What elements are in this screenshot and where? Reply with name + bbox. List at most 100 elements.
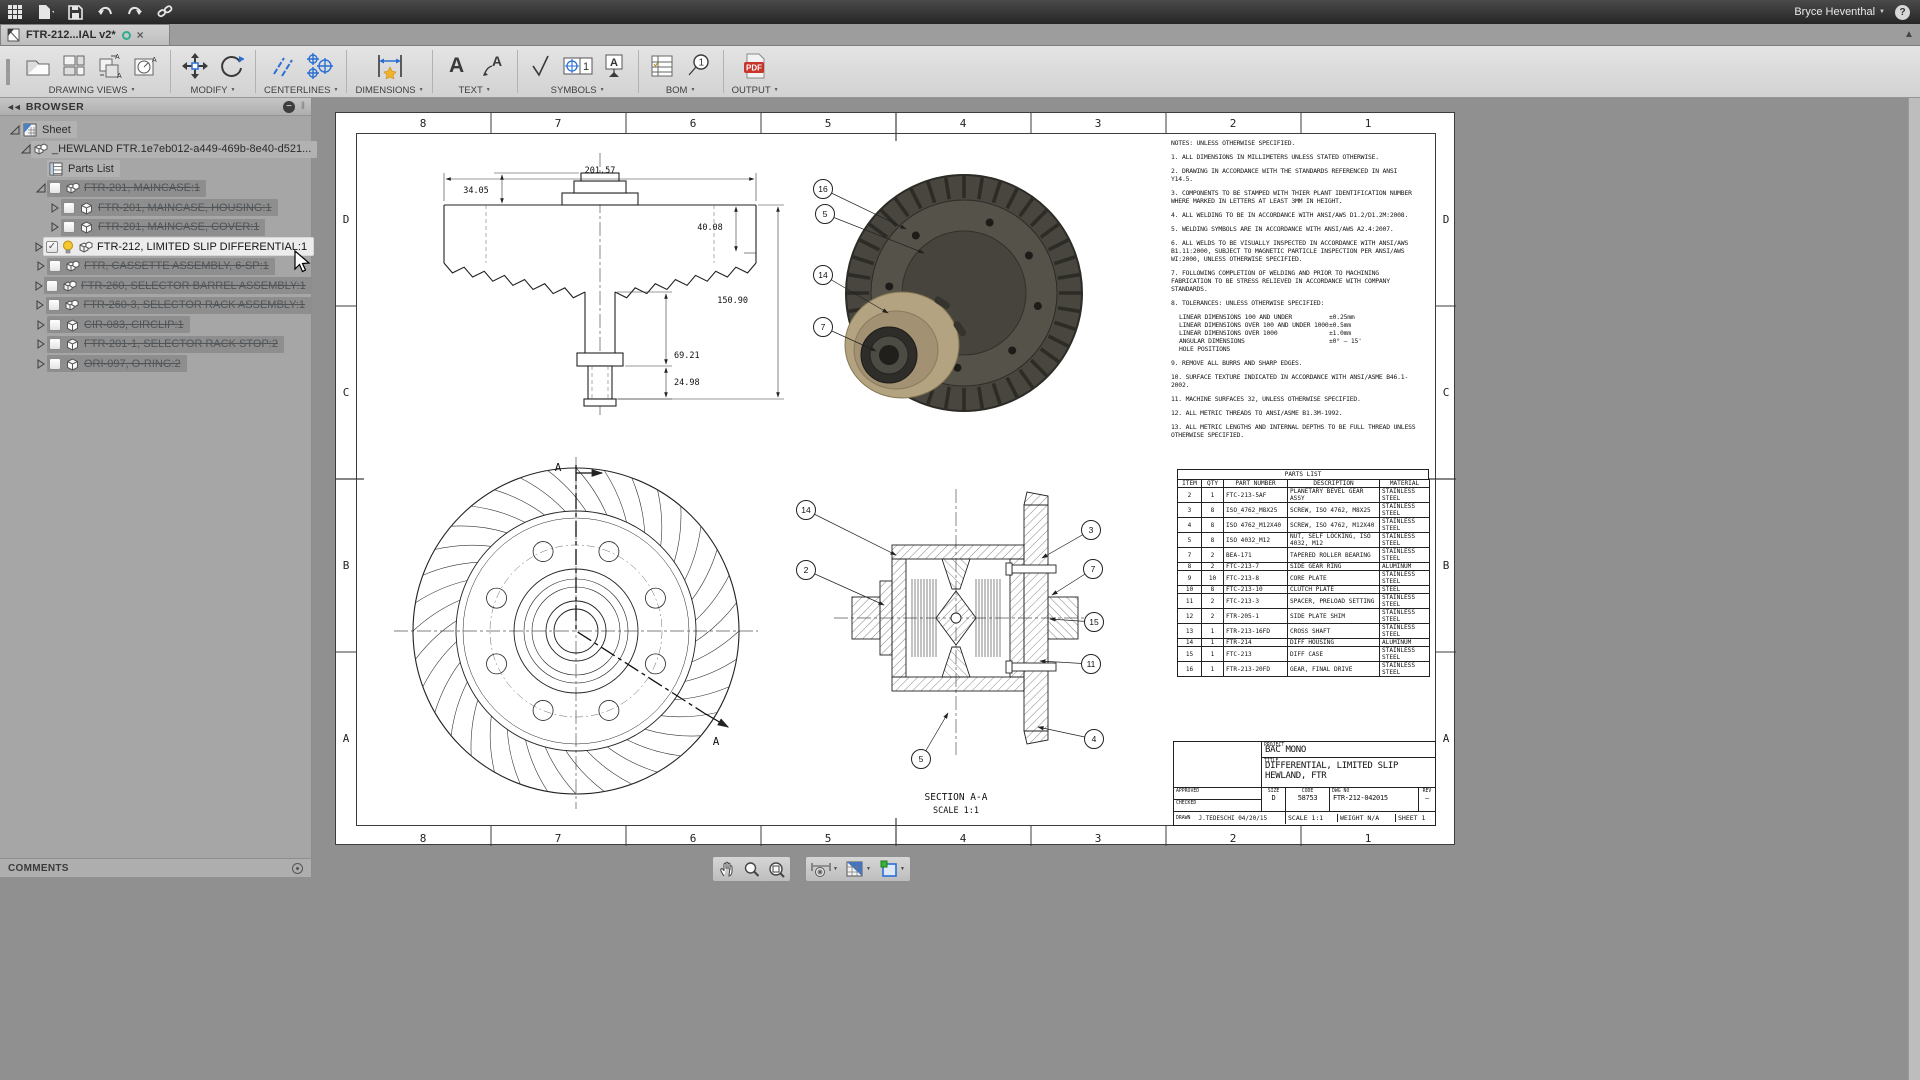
collapse-panel-icon[interactable]: ◄◄ bbox=[6, 102, 20, 112]
tree-expanded-icon[interactable] bbox=[34, 183, 47, 193]
tree-collapsed-icon[interactable] bbox=[48, 203, 61, 213]
tree-expanded-icon[interactable] bbox=[21, 144, 31, 154]
base-view-button[interactable] bbox=[22, 50, 54, 82]
browser-item[interactable]: FTR-201-1, SELECTOR RACK STOP:2 bbox=[0, 335, 311, 355]
tree-collapsed-icon[interactable] bbox=[34, 339, 47, 349]
ribbon-label-dimensions[interactable]: DIMENSIONS▼ bbox=[355, 83, 423, 97]
right-scroll-strip[interactable]: ▲ bbox=[1908, 24, 1920, 1080]
comments-bar[interactable]: COMMENTS bbox=[0, 858, 312, 877]
browser-item[interactable]: FTR, CASSETTE ASSEMBLY, 6-SP:1 bbox=[0, 257, 311, 277]
center-mark-button[interactable] bbox=[303, 50, 335, 82]
ribbon-label-output[interactable]: OUTPUT▼ bbox=[732, 83, 779, 97]
browser-item[interactable]: FTR-260-3, SELECTOR RACK ASSEMBLY:1 bbox=[0, 296, 311, 316]
browser-item[interactable]: FTR-201, MAINCASE:1 bbox=[0, 179, 311, 199]
visibility-checkbox[interactable] bbox=[63, 221, 75, 233]
ribbon-label-centerlines[interactable]: CENTERLINES▼ bbox=[264, 83, 338, 97]
parts-list-row[interactable]: 58ISO 4032_M12NUT, SELF LOCKING, ISO 403… bbox=[1178, 533, 1430, 548]
tree-collapsed-icon[interactable] bbox=[34, 359, 47, 369]
move-button[interactable] bbox=[179, 50, 211, 82]
projected-view-button[interactable] bbox=[58, 50, 90, 82]
document-tab[interactable]: FTR-212...IAL v2* × bbox=[0, 24, 170, 45]
feature-control-frame-button[interactable]: 1 bbox=[562, 50, 594, 82]
dimension-label[interactable]: 201.57 bbox=[585, 166, 616, 176]
drawing-sheet[interactable]: 8877665544332211DDCCBBAA bbox=[335, 112, 1455, 845]
app-grid-icon[interactable] bbox=[0, 0, 30, 24]
output-pdf-button[interactable]: PDF bbox=[739, 50, 771, 82]
tree-collapsed-icon[interactable] bbox=[34, 281, 44, 291]
redo-icon[interactable] bbox=[120, 0, 150, 24]
view-section[interactable]: 14237151145 SECTION A-A SCALE 1:1 bbox=[797, 489, 1104, 816]
browser-item[interactable]: Sheet bbox=[0, 120, 311, 140]
dimension-display-settings-button[interactable]: ▼ bbox=[807, 859, 841, 880]
visibility-checkbox[interactable] bbox=[49, 182, 61, 194]
browser-item[interactable]: Parts List bbox=[0, 159, 311, 179]
lightbulb-icon[interactable] bbox=[62, 240, 74, 254]
parts-list-row[interactable]: 161FTR-213-20FDGEAR, FINAL DRIVESTAINLES… bbox=[1178, 662, 1430, 677]
balloon-button[interactable]: 1 bbox=[683, 50, 715, 82]
detail-view-button[interactable]: A bbox=[130, 50, 162, 82]
text-button[interactable]: A bbox=[441, 50, 473, 82]
surface-texture-button[interactable] bbox=[526, 50, 558, 82]
balloon-7[interactable]: 7 bbox=[1052, 560, 1103, 596]
undo-icon[interactable] bbox=[90, 0, 120, 24]
parts-list-row[interactable]: 141FTR-214DIFF HOUSINGALUMINUM bbox=[1178, 639, 1430, 647]
user-menu[interactable]: Bryce Heventhal ▼ bbox=[1794, 6, 1885, 18]
dimension-label[interactable]: 40.08 bbox=[697, 223, 723, 233]
view-gear-front[interactable]: A A bbox=[394, 457, 758, 809]
visibility-checkbox[interactable] bbox=[49, 338, 61, 350]
ribbon-label-drawing-views[interactable]: DRAWING VIEWS▼ bbox=[49, 83, 136, 97]
balloon-14[interactable]: 14 bbox=[797, 501, 897, 556]
file-menu-icon[interactable] bbox=[30, 0, 60, 24]
display-settings-button[interactable]: ▼ bbox=[841, 859, 875, 880]
dimension-label[interactable]: 34.05 bbox=[463, 186, 489, 196]
visibility-checkbox[interactable] bbox=[49, 319, 61, 331]
panel-grip[interactable] bbox=[0, 46, 16, 97]
parts-list-row[interactable]: 112FTC-213-3SPACER, PRELOAD SETTINGSTAIN… bbox=[1178, 594, 1430, 609]
parts-list-row[interactable]: 21FTC-213-5AFPLANETARY BEVEL GEAR ASSYST… bbox=[1178, 488, 1430, 503]
visibility-checkbox[interactable] bbox=[48, 299, 60, 311]
pan-button[interactable] bbox=[714, 859, 739, 880]
visibility-checkbox[interactable] bbox=[49, 358, 61, 370]
minimize-panel-icon[interactable]: − bbox=[283, 101, 295, 113]
parts-list-button[interactable] bbox=[647, 50, 679, 82]
parts-list-row[interactable]: 82FTC-213-7SIDE GEAR RINGALUMINUM bbox=[1178, 563, 1430, 571]
parts-list-row[interactable]: 38ISO_4762_M8X25SCREW, ISO 4762, M8X25ST… bbox=[1178, 503, 1430, 518]
balloon-5[interactable]: 5 bbox=[912, 713, 949, 769]
balloon-3[interactable]: 3 bbox=[1042, 521, 1101, 559]
visibility-checkbox[interactable] bbox=[49, 260, 61, 272]
browser-item[interactable]: CIR-083, CIRCLIP:1 bbox=[0, 315, 311, 335]
centerline-button[interactable] bbox=[267, 50, 299, 82]
leader-text-button[interactable]: A bbox=[477, 50, 509, 82]
visibility-checkbox[interactable] bbox=[63, 202, 75, 214]
browser-item[interactable]: ORI-097, O-RING:2 bbox=[0, 354, 311, 374]
parts-list-row[interactable]: 108FTC-213-10CLUTCH PLATESTEEL bbox=[1178, 586, 1430, 594]
new-sheet-button[interactable]: ▼ bbox=[875, 859, 909, 880]
dimension-label[interactable]: 150.90 bbox=[717, 296, 748, 306]
zoom-button[interactable] bbox=[739, 859, 764, 880]
browser-header[interactable]: ◄◄ BROWSER − ‖ bbox=[0, 98, 311, 116]
dimension-label[interactable]: 24.98 bbox=[674, 378, 700, 388]
browser-item[interactable]: FTR-201, MAINCASE, COVER:1 bbox=[0, 218, 311, 238]
dimension-label[interactable]: 69.21 bbox=[674, 351, 700, 361]
parts-list-row[interactable]: 48ISO 4762_M12X40SCREW, ISO 4762, M12X40… bbox=[1178, 518, 1430, 533]
view-iso[interactable]: 165147 bbox=[814, 175, 1083, 411]
browser-item[interactable]: _HEWLAND FTR.1e7eb012-a449-469b-8e40-d52… bbox=[0, 140, 311, 160]
tree-collapsed-icon[interactable] bbox=[34, 242, 44, 252]
tree-collapsed-icon[interactable] bbox=[34, 320, 47, 330]
help-button[interactable]: ? bbox=[1895, 5, 1910, 20]
rotate-button[interactable] bbox=[215, 50, 247, 82]
panel-grip-icon[interactable]: ‖ bbox=[301, 101, 305, 112]
ribbon-label-modify[interactable]: MODIFY▼ bbox=[191, 83, 236, 97]
parts-list-row[interactable]: 131FTR-213-16FDCROSS SHAFTSTAINLESS STEE… bbox=[1178, 624, 1430, 639]
browser-item[interactable]: FTR-201, MAINCASE, HOUSING:1 bbox=[0, 198, 311, 218]
parts-list-row[interactable]: 72BEA-171TAPERED ROLLER BEARINGSTAINLESS… bbox=[1178, 548, 1430, 563]
browser-item[interactable]: FTR-260, SELECTOR BARREL ASSEMBLY:1 bbox=[0, 276, 311, 296]
dimension-button[interactable] bbox=[374, 50, 406, 82]
tab-close-icon[interactable]: × bbox=[137, 29, 144, 41]
collapse-toolbar-icon[interactable]: ▲ bbox=[1898, 29, 1920, 40]
share-link-icon[interactable] bbox=[150, 0, 180, 24]
visibility-checkbox[interactable]: ✓ bbox=[46, 241, 58, 253]
datum-identifier-button[interactable]: A bbox=[598, 50, 630, 82]
view-front[interactable]: 201.57 34.05 40.08 150.90 69.21 24.98 bbox=[444, 153, 784, 415]
visibility-checkbox[interactable] bbox=[46, 280, 58, 292]
